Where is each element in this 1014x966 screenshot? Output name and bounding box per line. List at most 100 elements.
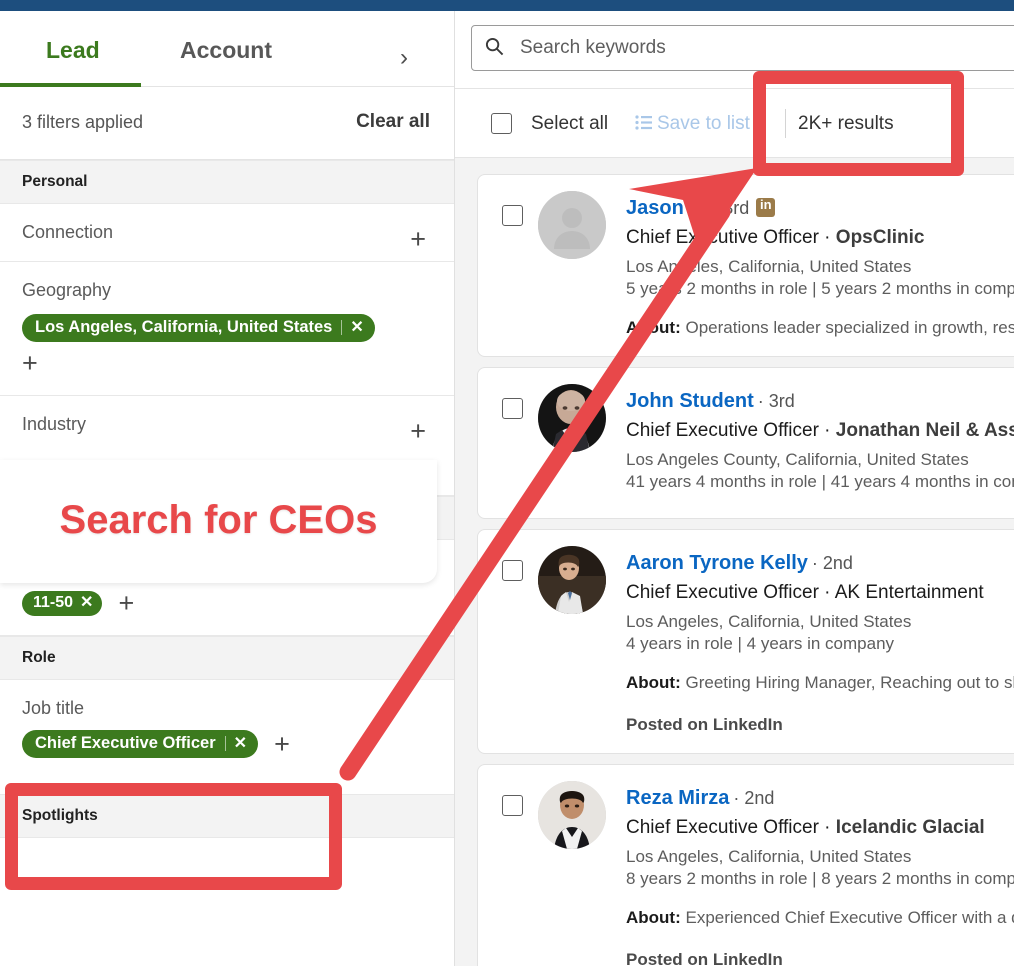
lead-degree: · 2nd [733, 788, 775, 808]
lead-about: About: Operations leader specialized in … [626, 318, 1014, 338]
lead-job-title: Chief Executive Officer [626, 420, 819, 441]
lead-results-list[interactable]: Jason S.· 3rd Chief Executive Officer · … [455, 158, 1014, 966]
lead-select-checkbox[interactable] [502, 560, 523, 581]
headcount-pill-label: 11-50 [33, 594, 74, 611]
lead-title-row: Chief Executive Officer · Icelandic Glac… [626, 817, 985, 838]
lead-company[interactable]: Icelandic Glacial [836, 817, 985, 838]
chevron-right-icon[interactable]: › [400, 44, 408, 72]
filter-geography-label: Geography [22, 280, 112, 300]
avatar[interactable] [538, 191, 606, 259]
add-headcount-icon[interactable]: + [118, 590, 134, 617]
filters-summary-bar: 3 filters applied Clear all [0, 87, 454, 160]
linkedin-badge-icon [756, 197, 776, 217]
geography-pill-label: Los Angeles, California, United States [35, 318, 333, 336]
lead-job-title: Chief Executive Officer [626, 582, 819, 603]
avatar-photo [538, 781, 606, 849]
select-all-checkbox[interactable] [491, 113, 512, 134]
lead-select-checkbox[interactable] [502, 205, 523, 226]
annotation-callout-text: Search for CEOs [59, 498, 378, 542]
lead-about-label: About: [626, 673, 681, 692]
lead-posted-source: Posted on LinkedIn [626, 715, 783, 734]
sales-navigator-search-page: Lead Account › 3 filters applied Clear a… [0, 0, 1014, 966]
filter-connection[interactable]: Connection + [0, 204, 454, 262]
lead-name-row: John Student · 3rd [626, 390, 1014, 413]
lead-company[interactable]: Jonathan Neil & Ass [836, 420, 1014, 441]
lead-location: Los Angeles, California, United States [626, 257, 912, 276]
lead-degree: · 3rd [757, 391, 795, 411]
remove-headcount-icon[interactable]: ✕ [80, 595, 93, 611]
add-connection-icon[interactable]: + [410, 226, 426, 253]
filter-job-title-label: Job title [22, 698, 85, 718]
save-to-list-button[interactable]: Save to list [657, 113, 750, 135]
job-title-pill-label: Chief Executive Officer [35, 734, 216, 752]
lead-location: Los Angeles, California, United States [626, 847, 912, 866]
lead-company[interactable]: OpsClinic [836, 227, 925, 248]
pill-divider [341, 320, 343, 335]
remove-job-title-icon[interactable]: ✕ [234, 735, 247, 752]
avatar[interactable] [538, 781, 606, 849]
lead-name-row: Jason S. · 3rd [626, 197, 1014, 220]
add-job-title-icon[interactable]: + [274, 730, 290, 758]
entity-tabs: Lead Account › [0, 11, 454, 87]
lead-location: Los Angeles County, California, United S… [626, 450, 969, 469]
lead-select-checkbox[interactable] [502, 398, 523, 419]
add-industry-icon[interactable]: + [410, 418, 426, 445]
section-header-personal: Personal [0, 160, 454, 204]
lead-degree: · 2nd [811, 553, 853, 573]
job-title-pill[interactable]: Chief Executive Officer ✕ [22, 730, 259, 758]
avatar-photo [538, 384, 606, 452]
lead-name[interactable]: Aaron Tyrone Kelly [626, 552, 808, 574]
select-all-label[interactable]: Select all [531, 113, 608, 135]
lead-about-text: Experienced Chief Executive Officer with… [685, 908, 1014, 927]
lead-name-row: Aaron Tyrone Kelly · 2nd [626, 552, 1014, 575]
lead-tenure: 41 years 4 months in role | 41 years 4 m… [626, 472, 1014, 491]
lead-result-card[interactable]: Reza Mirza · 2nd Chief Executive Officer … [477, 764, 1014, 966]
lead-name[interactable]: Reza Mirza [626, 787, 729, 809]
filter-geography[interactable]: Geography Los Angeles, California, Unite… [0, 262, 454, 396]
lead-name[interactable]: Jason S. [626, 197, 708, 219]
lead-job-title: Chief Executive Officer [626, 817, 819, 838]
lead-about-label: About: [626, 908, 681, 927]
lead-about: About: Greeting Hiring Manager, Reaching… [626, 673, 1014, 693]
highlight-box-results-count [753, 71, 964, 176]
avatar[interactable] [538, 384, 606, 452]
lead-about-label: About: [626, 318, 681, 337]
lead-tenure: 8 years 2 months in role | 8 years 2 mon… [626, 869, 1014, 888]
clear-all-button[interactable]: Clear all [356, 111, 430, 133]
lead-job-title: Chief Executive Officer [626, 227, 819, 248]
lead-select-checkbox[interactable] [502, 795, 523, 816]
geography-pill[interactable]: Los Angeles, California, United States ✕ [22, 314, 375, 342]
filter-job-title[interactable]: Job title Chief Executive Officer ✕ + [0, 680, 454, 778]
list-icon [635, 115, 652, 130]
lead-about-text: Greeting Hiring Manager, Reaching out to… [685, 673, 1014, 692]
search-icon [485, 37, 504, 56]
lead-title-row: Chief Executive Officer · AK Entertainme… [626, 582, 984, 603]
filters-applied-count: 3 filters applied [22, 112, 144, 132]
pill-divider [224, 736, 226, 751]
search-input[interactable]: Search keywords [471, 25, 1014, 71]
avatar-photo [538, 546, 606, 614]
lead-result-card[interactable]: John Student · 3rd Chief Executive Office… [477, 367, 1014, 519]
lead-tenure: 5 years 2 months in role | 5 years 2 mon… [626, 279, 1014, 298]
tab-lead[interactable]: Lead [46, 37, 100, 64]
filter-connection-label: Connection [22, 222, 114, 242]
avatar[interactable] [538, 546, 606, 614]
lead-company[interactable]: AK Entertainment [835, 582, 984, 603]
headcount-pill[interactable]: 11-50 ✕ [22, 591, 103, 616]
remove-geography-icon[interactable]: ✕ [350, 319, 363, 336]
highlight-box-job-title [5, 783, 342, 890]
add-geography-icon[interactable]: + [22, 350, 38, 377]
lead-tenure: 4 years in role | 4 years in company [626, 634, 895, 653]
lead-degree: · 3rd [712, 198, 750, 218]
lead-result-card[interactable]: Aaron Tyrone Kelly · 2nd Chief Executive … [477, 529, 1014, 754]
lead-title-row: Chief Executive Officer · OpsClinic [626, 227, 925, 248]
lead-title-row: Chief Executive Officer · Jonathan Neil … [626, 420, 1014, 442]
section-header-role: Role [0, 636, 454, 680]
lead-posted-source: Posted on LinkedIn [626, 950, 783, 966]
lead-result-card[interactable]: Jason S.· 3rd Chief Executive Officer · … [477, 174, 1014, 357]
top-navy-bar [0, 0, 1014, 11]
lead-location: Los Angeles, California, United States [626, 612, 912, 631]
tab-account[interactable]: Account [180, 37, 272, 64]
lead-name[interactable]: John Student [626, 390, 754, 412]
lead-name-row: Reza Mirza · 2nd [626, 787, 1014, 810]
